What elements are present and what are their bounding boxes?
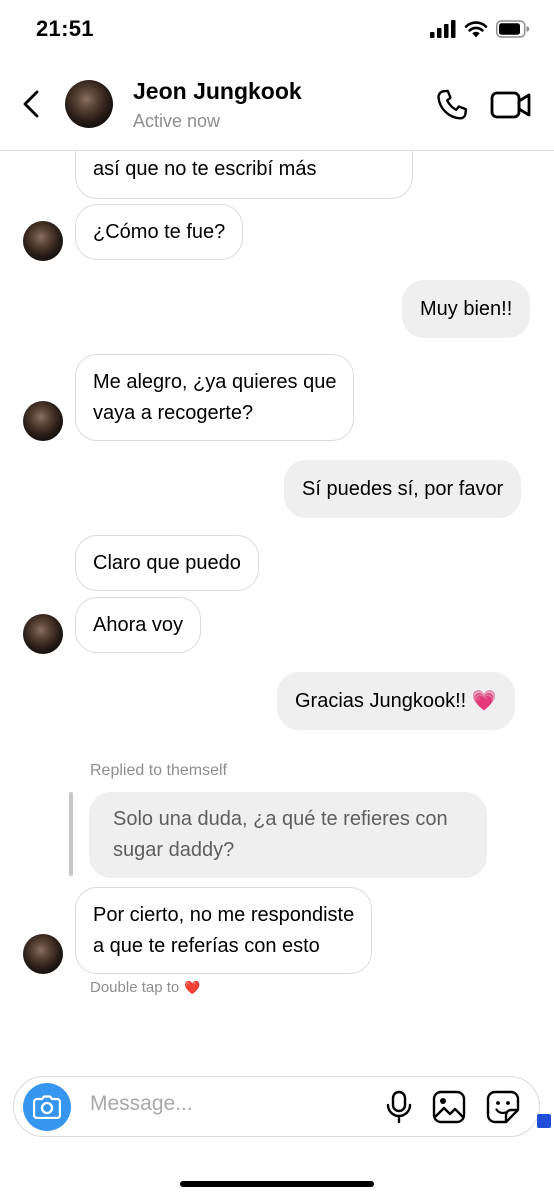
contact-name[interactable]: Jeon Jungkook <box>133 78 302 105</box>
incoming-message[interactable]: Ahora voy <box>75 597 202 653</box>
message-text: Gracias Jungkook!! 💗 <box>295 690 497 712</box>
message-text-line: a que te referías con esto <box>93 935 320 957</box>
image-icon <box>432 1090 466 1124</box>
incoming-message[interactable]: ¿Cómo te fue? <box>75 204 244 260</box>
double-tap-hint: Double tap to ❤️ <box>90 979 200 996</box>
battery-icon <box>496 20 530 38</box>
message-text-line: Me alegro, ¿ya quieres que <box>93 371 337 393</box>
chat-header: Jeon Jungkook Active now <box>0 60 554 151</box>
keyboard-badge-icon <box>537 1114 551 1128</box>
phone-icon <box>437 89 468 120</box>
message-text-line: Por cierto, no me respondiste <box>93 904 355 926</box>
back-button[interactable] <box>16 86 46 122</box>
quoted-message[interactable]: Solo una duda, ¿a qué te refieres con su… <box>89 792 487 878</box>
message-composer <box>13 1076 540 1137</box>
back-chevron-icon <box>23 90 39 118</box>
sticker-icon <box>486 1090 520 1124</box>
message-text-line: vaya a recogerte? <box>93 402 254 424</box>
quoted-text-line: Solo una duda, ¿a qué te refieres con <box>113 808 448 830</box>
message-input[interactable] <box>90 1092 360 1116</box>
sender-avatar[interactable] <box>23 614 63 654</box>
camera-button[interactable] <box>23 1083 71 1131</box>
camera-icon <box>33 1095 61 1119</box>
voice-call-button[interactable] <box>434 87 470 123</box>
contact-status: Active now <box>133 111 221 131</box>
status-time: 21:51 <box>36 16 94 41</box>
voice-message-button[interactable] <box>383 1090 415 1124</box>
status-bar: 21:51 <box>0 0 554 60</box>
message-text: Ahora voy <box>93 614 184 636</box>
wifi-icon <box>464 21 488 38</box>
contact-avatar[interactable] <box>65 80 113 128</box>
video-call-button[interactable] <box>490 88 532 122</box>
video-camera-icon <box>490 91 531 119</box>
gallery-button[interactable] <box>432 1090 466 1124</box>
incoming-message[interactable]: Me alegro, ¿ya quieres que vaya a recoge… <box>75 354 355 441</box>
sender-avatar[interactable] <box>23 401 63 441</box>
message-text: Claro que puedo <box>93 552 241 574</box>
message-text: así que no te escribí más <box>93 158 317 180</box>
message-text: Sí puedes sí, por favor <box>302 478 504 500</box>
sender-avatar[interactable] <box>23 934 63 974</box>
message-thread[interactable]: así que no te escribí más ¿Cómo te fue? … <box>0 151 554 1061</box>
incoming-message[interactable]: Por cierto, no me respondiste a que te r… <box>75 887 373 974</box>
status-icons <box>430 20 530 38</box>
sticker-button[interactable] <box>486 1090 520 1124</box>
cellular-signal-icon <box>430 20 456 38</box>
incoming-message[interactable]: Claro que puedo <box>75 535 259 591</box>
reply-quote-bar <box>69 792 73 876</box>
message-text: Muy bien!! <box>420 298 513 320</box>
outgoing-message[interactable]: Gracias Jungkook!! 💗 <box>277 672 515 730</box>
reply-label: Replied to themself <box>90 762 227 779</box>
hint-text: Double tap to <box>90 979 180 996</box>
heart-icon: ❤️ <box>184 979 201 995</box>
incoming-message[interactable]: así que no te escribí más <box>75 151 413 199</box>
outgoing-message[interactable]: Sí puedes sí, por favor <box>284 460 522 518</box>
message-text: ¿Cómo te fue? <box>93 221 226 243</box>
quoted-text-line: sugar daddy? <box>113 839 235 861</box>
outgoing-message[interactable]: Muy bien!! <box>402 280 531 338</box>
sender-avatar[interactable] <box>23 221 63 261</box>
microphone-icon <box>386 1090 412 1124</box>
home-indicator <box>180 1181 374 1187</box>
